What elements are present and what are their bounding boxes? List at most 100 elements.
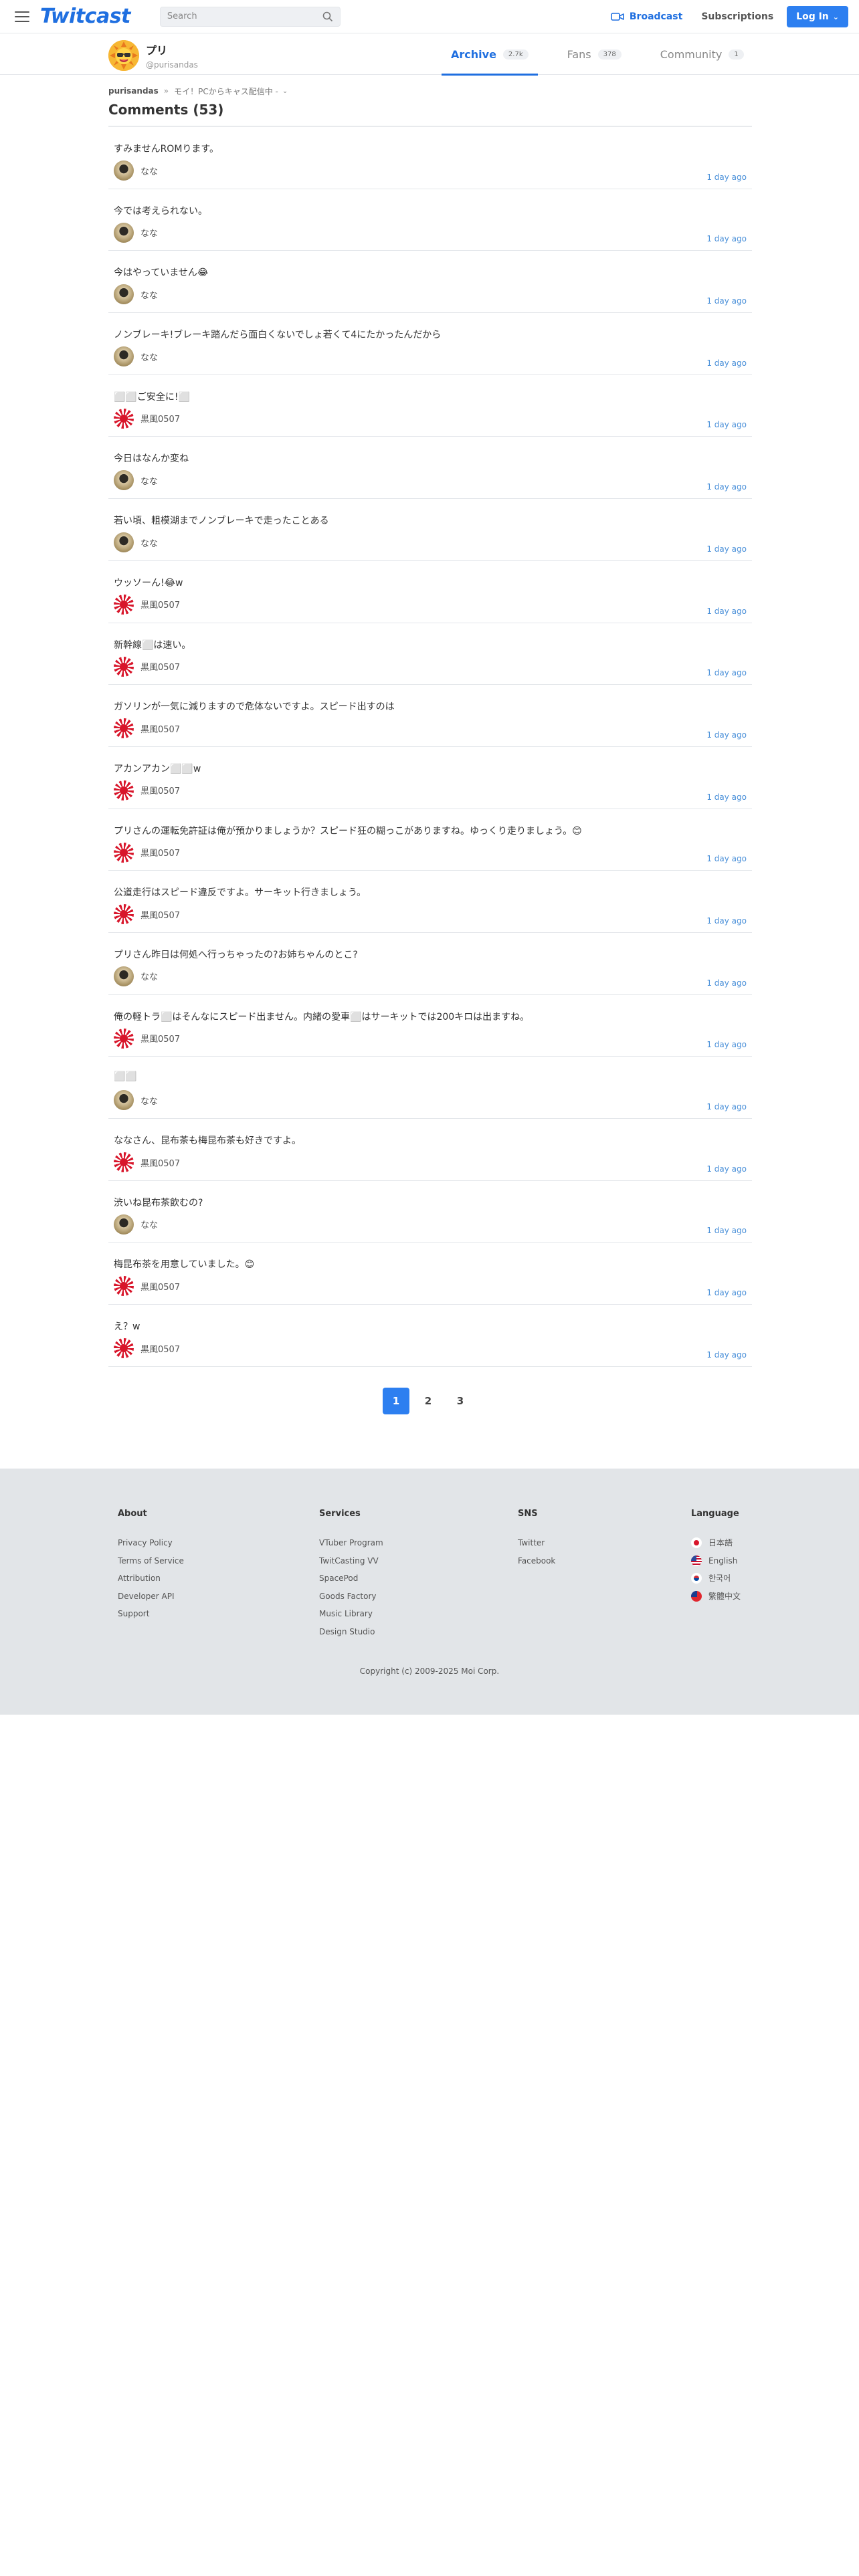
author-name[interactable]: 黒風0507 xyxy=(140,1032,180,1045)
author-name[interactable]: 黒風0507 xyxy=(140,1280,180,1293)
avatar[interactable] xyxy=(114,1276,134,1297)
comment-timestamp[interactable]: 1 day ago xyxy=(706,607,747,616)
comment-timestamp[interactable]: 1 day ago xyxy=(706,916,747,926)
comment-timestamp[interactable]: 1 day ago xyxy=(706,792,747,802)
footer-link-attribution[interactable]: Attribution xyxy=(118,1572,184,1590)
avatar[interactable] xyxy=(114,346,134,367)
comment-author[interactable]: 黒風0507 xyxy=(114,842,180,863)
avatar[interactable] xyxy=(114,904,134,925)
search-input[interactable] xyxy=(167,11,322,21)
comment-timestamp[interactable]: 1 day ago xyxy=(706,1102,747,1111)
author-name[interactable]: なな xyxy=(140,288,158,301)
comment-timestamp[interactable]: 1 day ago xyxy=(706,544,747,554)
comment-timestamp[interactable]: 1 day ago xyxy=(706,1288,747,1297)
footer-link-twitter[interactable]: Twitter xyxy=(518,1536,555,1554)
subscriptions-link[interactable]: Subscriptions xyxy=(701,11,773,22)
comment-author[interactable]: 黒風0507 xyxy=(114,1276,180,1297)
tab-community[interactable]: Community 1 xyxy=(651,33,753,75)
comment-timestamp[interactable]: 1 day ago xyxy=(706,173,747,182)
author-name[interactable]: なな xyxy=(140,1218,158,1230)
avatar[interactable] xyxy=(114,656,134,677)
author-name[interactable]: 黒風0507 xyxy=(140,722,180,735)
language-traditional-chinese[interactable]: 繁體中文 xyxy=(691,1590,741,1608)
comment-author[interactable]: 黒風0507 xyxy=(114,718,180,739)
search-box[interactable] xyxy=(159,6,341,27)
avatar[interactable] xyxy=(114,780,134,800)
comment-timestamp[interactable]: 1 day ago xyxy=(706,668,747,677)
avatar[interactable] xyxy=(114,1152,134,1172)
comment-author[interactable]: なな xyxy=(114,532,158,553)
author-name[interactable]: なな xyxy=(140,536,158,549)
comment-author[interactable]: なな xyxy=(114,966,158,986)
author-name[interactable]: 黒風0507 xyxy=(140,598,180,611)
footer-link-design-studio[interactable]: Design Studio xyxy=(319,1625,383,1643)
footer-link-music-library[interactable]: Music Library xyxy=(319,1607,383,1625)
language-japanese[interactable]: 日本語 xyxy=(691,1536,741,1554)
comment-author[interactable]: 黒風0507 xyxy=(114,1028,180,1049)
author-name[interactable]: なな xyxy=(140,970,158,982)
author-name[interactable]: なな xyxy=(140,165,158,177)
profile[interactable]: プリ @purisandas xyxy=(108,40,198,71)
comment-timestamp[interactable]: 1 day ago xyxy=(706,234,747,243)
author-name[interactable]: 黒風0507 xyxy=(140,412,180,425)
avatar[interactable] xyxy=(114,718,134,739)
avatar[interactable] xyxy=(114,1028,134,1049)
comment-timestamp[interactable]: 1 day ago xyxy=(706,1040,747,1049)
footer-link-goods-factory[interactable]: Goods Factory xyxy=(319,1590,383,1608)
comment-timestamp[interactable]: 1 day ago xyxy=(706,854,747,863)
comment-timestamp[interactable]: 1 day ago xyxy=(706,1226,747,1235)
avatar[interactable] xyxy=(114,1338,134,1359)
avatar[interactable] xyxy=(114,470,134,491)
avatar[interactable] xyxy=(114,284,134,305)
comment-author[interactable]: なな xyxy=(114,160,158,181)
avatar[interactable] xyxy=(114,222,134,243)
avatar[interactable] xyxy=(114,160,134,181)
comment-timestamp[interactable]: 1 day ago xyxy=(706,482,747,492)
avatar[interactable] xyxy=(114,966,134,986)
avatar[interactable] xyxy=(114,408,134,429)
comment-timestamp[interactable]: 1 day ago xyxy=(706,1164,747,1174)
comment-author[interactable]: なな xyxy=(114,222,158,243)
comment-author[interactable]: 黒風0507 xyxy=(114,904,180,925)
profile-name[interactable]: プリ xyxy=(146,41,198,58)
comment-author[interactable]: なな xyxy=(114,284,158,305)
comment-author[interactable]: 黒風0507 xyxy=(114,594,180,615)
author-name[interactable]: なな xyxy=(140,1094,158,1107)
footer-link-twitcasting-vv[interactable]: TwitCasting VV xyxy=(319,1554,383,1572)
footer-link-facebook[interactable]: Facebook xyxy=(518,1554,555,1572)
comment-timestamp[interactable]: 1 day ago xyxy=(706,978,747,988)
avatar[interactable] xyxy=(114,532,134,553)
comment-author[interactable]: なな xyxy=(114,1090,158,1111)
comment-author[interactable]: 黒風0507 xyxy=(114,1152,180,1172)
comment-author[interactable]: なな xyxy=(114,1214,158,1235)
breadcrumb-movie[interactable]: モイ！PCからキャス配信中 - xyxy=(174,86,278,97)
broadcast-button[interactable]: Broadcast xyxy=(611,11,682,22)
footer-link-privacy[interactable]: Privacy Policy xyxy=(118,1536,184,1554)
twitcast-logo[interactable]: Twitcast xyxy=(40,5,130,28)
footer-link-developer-api[interactable]: Developer API xyxy=(118,1590,184,1608)
menu-icon[interactable] xyxy=(15,11,29,22)
author-name[interactable]: 黒風0507 xyxy=(140,908,180,921)
comment-timestamp[interactable]: 1 day ago xyxy=(706,358,747,368)
language-korean[interactable]: 한국어 xyxy=(691,1572,741,1590)
tab-archive[interactable]: Archive 2.7k xyxy=(442,33,538,76)
login-button[interactable]: Log In ⌄ xyxy=(787,6,848,27)
comment-timestamp[interactable]: 1 day ago xyxy=(706,420,747,429)
comment-author[interactable]: なな xyxy=(114,470,158,491)
avatar[interactable] xyxy=(108,40,139,71)
comment-timestamp[interactable]: 1 day ago xyxy=(706,730,747,740)
page-3-button[interactable]: 3 xyxy=(447,1388,474,1414)
page-1-button[interactable]: 1 xyxy=(383,1388,409,1414)
comment-author[interactable]: 黒風0507 xyxy=(114,1338,180,1359)
comment-timestamp[interactable]: 1 day ago xyxy=(706,296,747,306)
avatar[interactable] xyxy=(114,594,134,615)
footer-link-spacepod[interactable]: SpacePod xyxy=(319,1572,383,1590)
author-name[interactable]: なな xyxy=(140,350,158,363)
footer-link-support[interactable]: Support xyxy=(118,1607,184,1625)
avatar[interactable] xyxy=(114,1090,134,1111)
language-english[interactable]: English xyxy=(691,1554,741,1572)
footer-link-vtuber[interactable]: VTuber Program xyxy=(319,1536,383,1554)
search-icon[interactable] xyxy=(322,11,333,22)
footer-link-terms[interactable]: Terms of Service xyxy=(118,1554,184,1572)
comment-author[interactable]: 黒風0507 xyxy=(114,780,180,800)
